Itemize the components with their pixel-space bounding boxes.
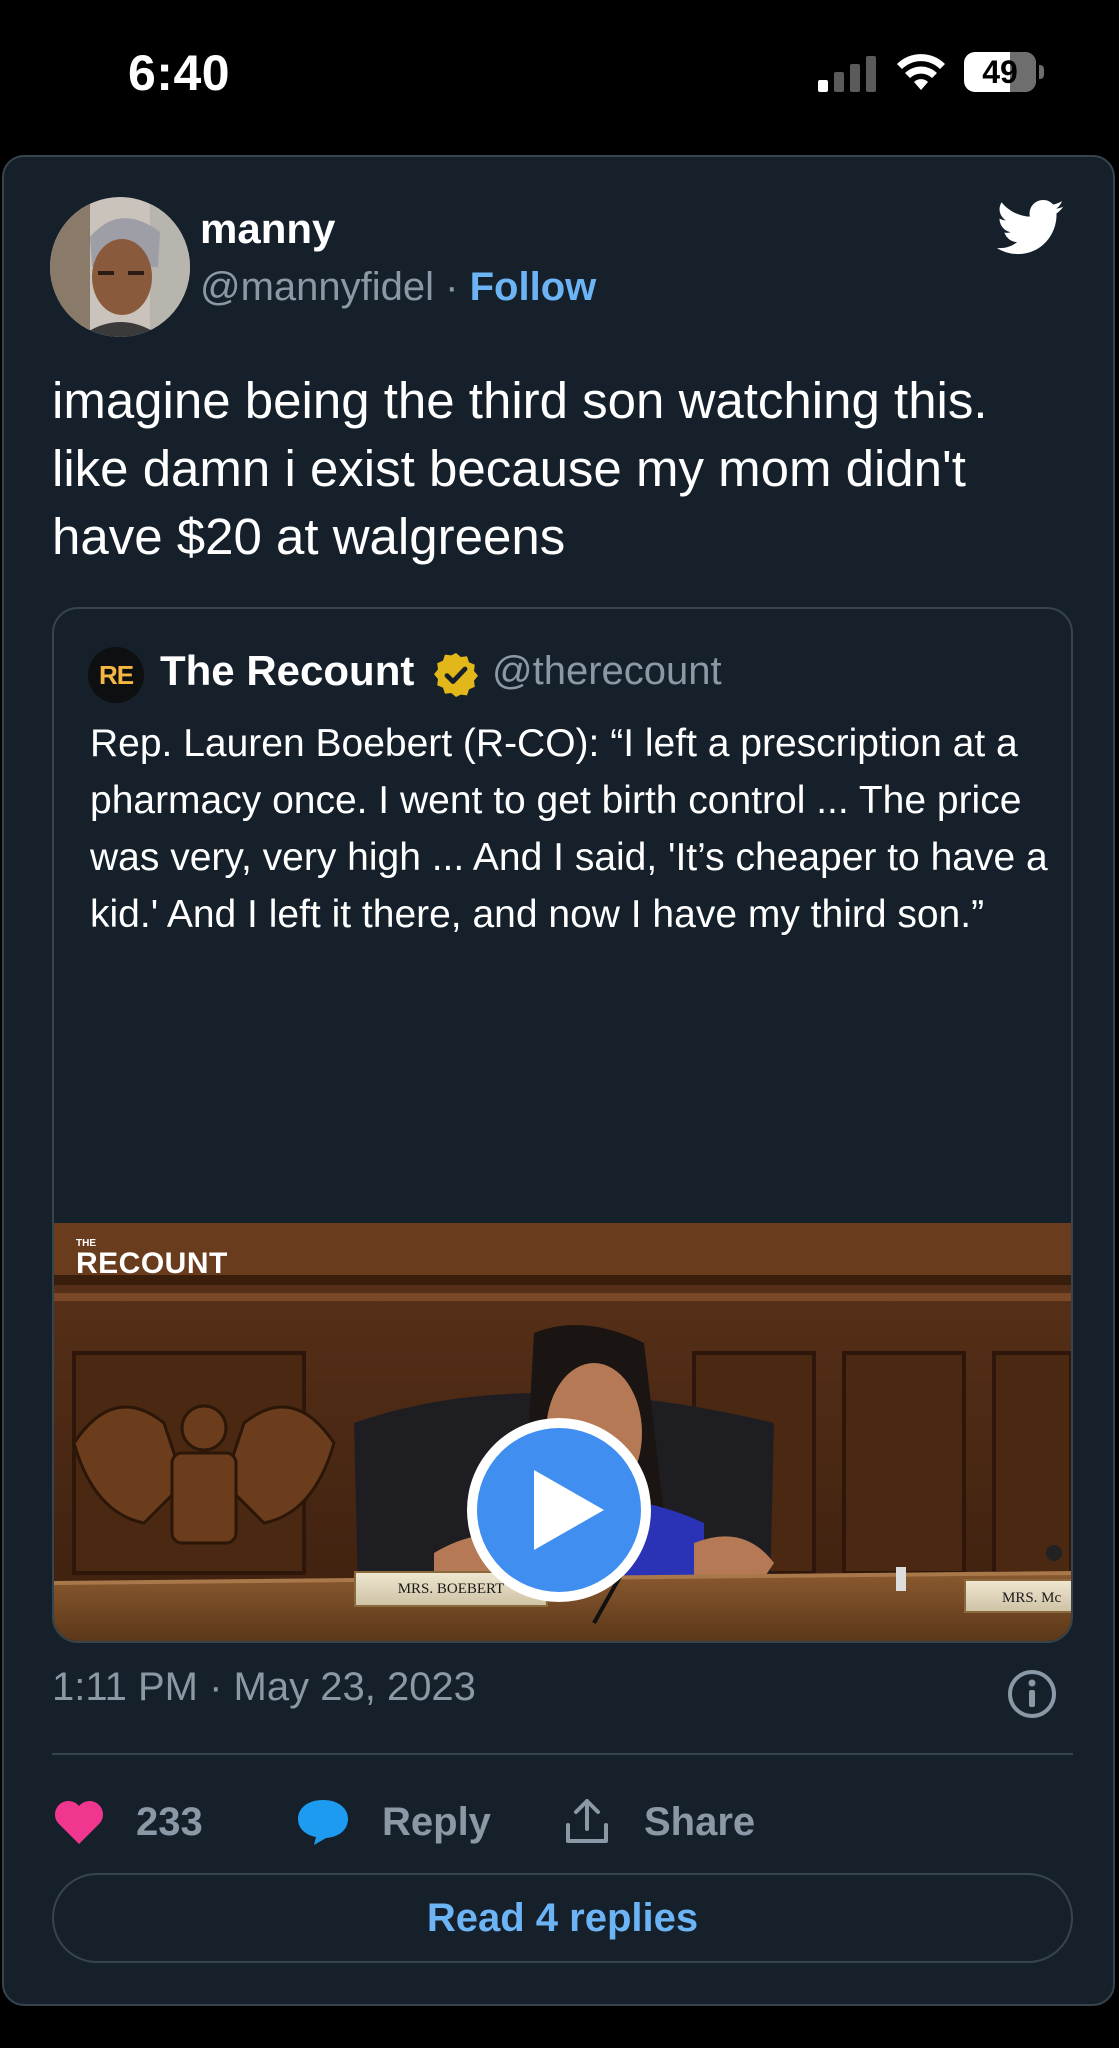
cellular-signal-icon <box>818 56 876 92</box>
share-upload-icon <box>566 1799 608 1843</box>
handle-separator: · <box>445 265 459 309</box>
info-icon[interactable] <box>1007 1669 1057 1719</box>
tweet-card: manny @mannyfidel · Follow imagine being… <box>2 155 1115 2006</box>
reply-label: Reply <box>382 1799 491 1844</box>
reply-button[interactable]: Reply <box>296 1787 491 1857</box>
like-button[interactable]: 233 <box>52 1787 203 1857</box>
quoted-author-handle[interactable]: @therecount <box>492 649 722 694</box>
play-button-icon[interactable] <box>464 1415 654 1605</box>
status-bar: 6:40 49 <box>0 0 1119 150</box>
avatar[interactable] <box>50 197 190 337</box>
wifi-icon <box>897 54 945 90</box>
watermark-recount: RECOUNT <box>76 1247 228 1280</box>
read-replies-button[interactable]: Read 4 replies <box>52 1873 1073 1963</box>
avatar-image <box>50 197 190 337</box>
quoted-author-name[interactable]: The Recount <box>160 647 414 695</box>
video-thumbnail[interactable]: MRS. BOEBERT MRS. Mc THE RECOUNT <box>54 1223 1071 1641</box>
battery-tip <box>1039 65 1044 79</box>
quoted-tweet-text: Rep. Lauren Boebert (R-CO): “I left a pr… <box>90 722 1048 936</box>
verified-badge-icon <box>434 653 478 697</box>
nameplate-side: MRS. Mc <box>964 1579 1071 1613</box>
share-button[interactable]: Share <box>562 1787 755 1857</box>
like-count: 233 <box>136 1799 203 1844</box>
author-name[interactable]: manny <box>200 205 335 253</box>
tweet-timestamp[interactable]: 1:11 PM · May 23, 2023 <box>52 1665 476 1710</box>
author-handle[interactable]: @mannyfidel <box>200 265 434 309</box>
status-time: 6:40 <box>128 45 231 101</box>
divider <box>52 1753 1073 1755</box>
author-handle-row: @mannyfidel · Follow <box>200 265 596 310</box>
battery-body: 49 <box>964 52 1036 92</box>
reply-bubble-icon <box>298 1800 348 1845</box>
follow-button[interactable]: Follow <box>470 265 597 309</box>
tweet-text: imagine being the third son watching thi… <box>52 372 988 565</box>
tweet-actions: 233 Reply Share <box>52 1787 1073 1857</box>
video-watermark: THE RECOUNT <box>76 1239 228 1279</box>
quoted-tweet[interactable]: RE The Recount @therecount Rep. Lauren B… <box>52 607 1073 1643</box>
battery-icon: 49 <box>964 52 1044 94</box>
heart-icon <box>54 1800 104 1844</box>
battery-level: 49 <box>982 54 1018 90</box>
twitter-bird-icon[interactable] <box>997 199 1065 257</box>
share-label: Share <box>644 1799 756 1844</box>
recount-logo: RE <box>88 647 144 703</box>
